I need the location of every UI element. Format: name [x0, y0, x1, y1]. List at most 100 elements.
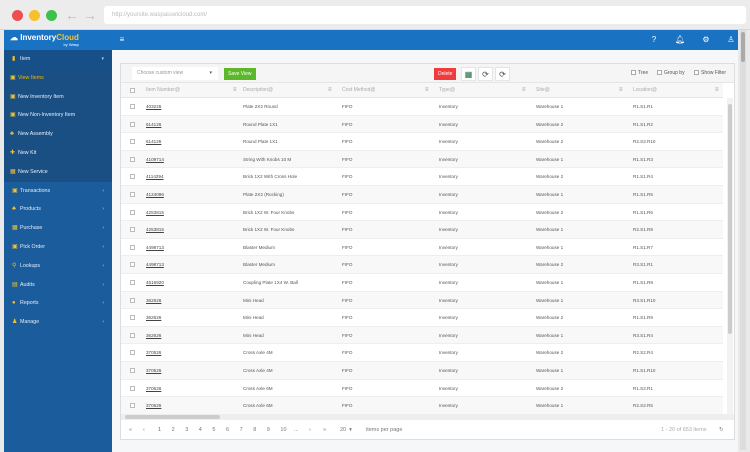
sidebar-item-new-assembly[interactable]: ♣ New Assembly [4, 125, 112, 144]
item-number-link[interactable]: 370626 [146, 380, 161, 398]
item-number-link[interactable]: 4516920 [146, 274, 164, 292]
table-row[interactable]: 362626 Mini Head FIFO Inventory Warehouse 1 R… [121, 326, 723, 345]
row-checkbox[interactable] [130, 315, 135, 321]
page-button[interactable]: 8 [253, 421, 256, 440]
prev-page-button[interactable]: ‹ [143, 421, 145, 440]
show-filter-checkbox[interactable]: Show Filter [694, 70, 726, 76]
item-number-link[interactable]: 370526 [146, 362, 161, 380]
gear-icon[interactable]: ⚙ [701, 35, 711, 45]
table-row[interactable]: 370626 Cross Axle 6M FIFO Inventory Warehous… [121, 397, 723, 415]
row-checkbox[interactable] [130, 209, 135, 215]
row-checkbox[interactable] [130, 244, 135, 250]
row-checkbox[interactable] [130, 332, 135, 338]
group-by-checkbox[interactable]: Group by [657, 70, 685, 76]
table-row[interactable]: 4114294 Brick 1X2 With Cross Hole FIFO Inve… [121, 168, 723, 186]
help-icon[interactable]: ? [649, 35, 659, 45]
column-menu-icon[interactable]: ≡ [425, 83, 429, 98]
table-row[interactable]: 403226 Plate 2X2 Round FIFO Inventory Wareho… [121, 98, 723, 116]
next-page-button[interactable]: › [309, 421, 311, 440]
item-number-link[interactable]: 4253815 [146, 221, 164, 239]
page-button[interactable]: 10 [280, 421, 286, 440]
sidebar-item-audits[interactable]: ▤ Audits › [4, 276, 112, 295]
item-number-link[interactable]: 4498713 [146, 256, 164, 274]
page-button[interactable]: 3 [185, 421, 188, 440]
page-button[interactable]: 6 [226, 421, 229, 440]
sidebar-item-purchase[interactable]: ▦ Purchase › [4, 219, 112, 238]
table-row[interactable]: 4498713 Blaster Medium FIFO Inventory Wareho… [121, 239, 723, 257]
table-row[interactable]: 614126 Round Plate 1X1 FIFO Inventory Wareho… [121, 115, 723, 134]
excel-export-icon[interactable]: ▦ [461, 67, 476, 81]
row-checkbox[interactable] [130, 104, 135, 109]
back-icon[interactable]: ← [65, 7, 79, 23]
row-checkbox[interactable] [130, 156, 135, 162]
column-header[interactable]: Description@ [243, 83, 273, 98]
row-checkbox[interactable] [130, 385, 135, 391]
table-row[interactable]: 362626 Mini Head FIFO Inventory Warehouse 1 R… [121, 291, 723, 310]
refresh-icon[interactable]: ↻ [719, 421, 724, 440]
column-menu-icon[interactable]: ≡ [619, 83, 623, 98]
sidebar-item-reports[interactable]: ● Reports › [4, 294, 112, 313]
table-row[interactable]: 4516920 Coupling Plate 1X4 W. Ball FIFO Inv… [121, 274, 723, 292]
item-number-link[interactable]: 362626 [146, 327, 161, 345]
column-header[interactable]: Site@ [536, 83, 550, 98]
item-number-link[interactable]: 362626 [146, 309, 161, 327]
table-row[interactable]: 4109714 String With Knobs 10 M FIFO Invento… [121, 150, 723, 169]
row-checkbox[interactable] [130, 297, 135, 303]
address-bar[interactable]: http://yoursite.waspassetcloud.com/ [104, 6, 746, 24]
forward-icon[interactable]: → [83, 7, 97, 23]
vertical-scrollbar[interactable] [727, 98, 733, 414]
row-checkbox[interactable] [130, 227, 135, 233]
column-menu-icon[interactable]: ≡ [715, 83, 719, 98]
sidebar-item-lookups[interactable]: ⚲ Lookups › [4, 257, 112, 276]
row-checkbox[interactable] [130, 174, 135, 180]
item-number-link[interactable]: 4124096 [146, 186, 164, 204]
last-page-button[interactable]: » [323, 421, 326, 440]
column-header[interactable]: Cost Method@ [342, 83, 375, 98]
close-window-button[interactable] [12, 10, 23, 21]
row-checkbox[interactable] [130, 139, 135, 145]
page-scrollbar[interactable] [740, 30, 746, 450]
page-button[interactable]: 9 [267, 421, 270, 440]
column-header[interactable]: Type@ [439, 83, 455, 98]
table-row[interactable]: 362626 Mini Head FIFO Inventory Warehouse 2 R… [121, 309, 723, 327]
row-checkbox[interactable] [130, 191, 135, 197]
page-button[interactable]: 1 [158, 421, 161, 440]
item-number-link[interactable]: 4114294 [146, 168, 164, 186]
row-checkbox[interactable] [130, 121, 135, 127]
tag-icon[interactable]: ⟳ [478, 67, 493, 81]
column-menu-icon[interactable]: ≡ [233, 83, 237, 98]
page-size-select[interactable]: 20 ▾ [340, 421, 352, 440]
table-row[interactable]: 370526 Cross Axle 4M FIFO Inventory Warehous… [121, 361, 723, 380]
item-number-link[interactable]: 4253815 [146, 204, 164, 222]
sidebar-item-pick-order[interactable]: ▣ Pick Order › [4, 238, 112, 257]
row-checkbox[interactable] [130, 350, 135, 356]
item-number-link[interactable]: 614126 [146, 133, 161, 151]
sidebar-item-new-non-inventory-item[interactable]: ▣ New Non-Inventory Item [4, 106, 112, 126]
minimize-window-button[interactable] [29, 10, 40, 21]
page-button[interactable]: 4 [199, 421, 202, 440]
first-page-button[interactable]: « [129, 421, 132, 440]
table-row[interactable]: 370526 Cross Axle 4M FIFO Inventory Warehous… [121, 344, 723, 362]
page-button[interactable]: 5 [212, 421, 215, 440]
save-view-button[interactable]: Save View [224, 68, 256, 80]
sidebar-item-new-inventory-item[interactable]: ▣ New Inventory Item [4, 87, 112, 107]
custom-view-select[interactable]: Choose custom view ▾ [132, 67, 218, 80]
sidebar-item-transactions[interactable]: ▣ Transactions › [4, 182, 112, 201]
maximize-window-button[interactable] [46, 10, 57, 21]
item-number-link[interactable]: 403226 [146, 98, 161, 116]
bell-icon[interactable]: 🔔︎ [675, 35, 685, 45]
delete-button[interactable]: Delete [434, 68, 457, 80]
item-number-link[interactable]: 614126 [146, 116, 161, 134]
tree-checkbox[interactable]: Tree [631, 70, 648, 76]
item-number-link[interactable]: 370626 [146, 397, 161, 415]
table-row[interactable]: 4253815 Brick 1X2 W. Four Knobs FIFO Invent… [121, 204, 723, 222]
column-header[interactable]: Location@ [633, 83, 657, 98]
horizontal-scrollbar[interactable] [121, 414, 734, 420]
row-checkbox[interactable] [130, 262, 135, 268]
sidebar-item-new-service[interactable]: ▦ New Service [4, 162, 112, 182]
page-button[interactable]: 7 [240, 421, 243, 440]
column-header[interactable]: Item Number@ [146, 83, 180, 98]
column-menu-icon[interactable]: ≡ [328, 83, 332, 98]
item-number-link[interactable]: 4498713 [146, 239, 164, 257]
select-all-checkbox[interactable] [130, 88, 135, 93]
